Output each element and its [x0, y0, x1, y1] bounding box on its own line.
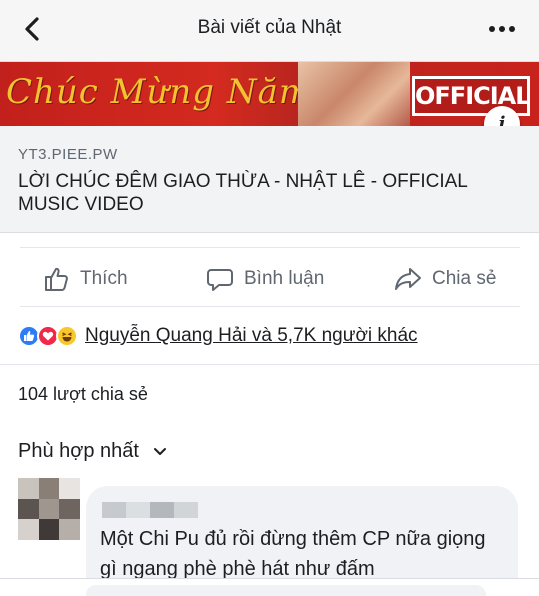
- divider: [0, 364, 539, 365]
- share-count[interactable]: 104 lượt chia sẻ: [18, 384, 148, 405]
- comment-icon: [207, 269, 233, 291]
- sort-label: Phù hợp nhất: [18, 440, 139, 462]
- thumbs-up-icon: [45, 267, 68, 291]
- comment-button[interactable]: Bình luận: [206, 264, 324, 294]
- comment-input[interactable]: [86, 585, 486, 596]
- reaction-names-link[interactable]: Nguyễn Quang Hải và 5,7K người khác: [85, 325, 418, 347]
- comment-label: Bình luận: [244, 268, 325, 289]
- more-options-button[interactable]: [487, 16, 517, 42]
- comment-text: Một Chi Pu đủ rồi đừng thêm CP nữa giọng…: [100, 528, 486, 580]
- like-label: Thích: [80, 268, 128, 289]
- share-arrow-icon: [395, 268, 421, 290]
- link-preview-image[interactable]: Chúc Mừng Năm M OFFICIAL: [0, 62, 539, 126]
- comment-sort-dropdown[interactable]: Phù hợp nhất: [18, 440, 167, 463]
- page-title: Bài viết của Nhật: [197, 17, 342, 38]
- haha-reaction-icon: [56, 325, 78, 347]
- top-bar: Bài viết của Nhật: [0, 0, 539, 62]
- commenter-avatar[interactable]: [18, 478, 80, 540]
- comment-composer-bar: [0, 578, 539, 596]
- link-domain: YT3.PIEE.PW: [18, 146, 118, 163]
- share-button[interactable]: Chia sẻ: [394, 264, 496, 294]
- chevron-down-icon: [154, 447, 166, 455]
- like-button[interactable]: Thích: [42, 264, 128, 294]
- action-bar: Thích Bình luận Chia sẻ: [20, 247, 520, 307]
- share-label: Chia sẻ: [432, 268, 497, 289]
- reactions-summary[interactable]: Nguyễn Quang Hải và 5,7K người khác: [18, 323, 418, 349]
- link-card[interactable]: YT3.PIEE.PW LỜI CHÚC ĐÊM GIAO THỪA - NHẬ…: [0, 126, 539, 233]
- banner-photo: [298, 62, 410, 126]
- more-horizontal-icon: [489, 26, 515, 32]
- comment-author-name[interactable]: [102, 502, 198, 518]
- link-title: LỜI CHÚC ĐÊM GIAO THỪA - NHẬT LÊ - OFFIC…: [18, 171, 468, 215]
